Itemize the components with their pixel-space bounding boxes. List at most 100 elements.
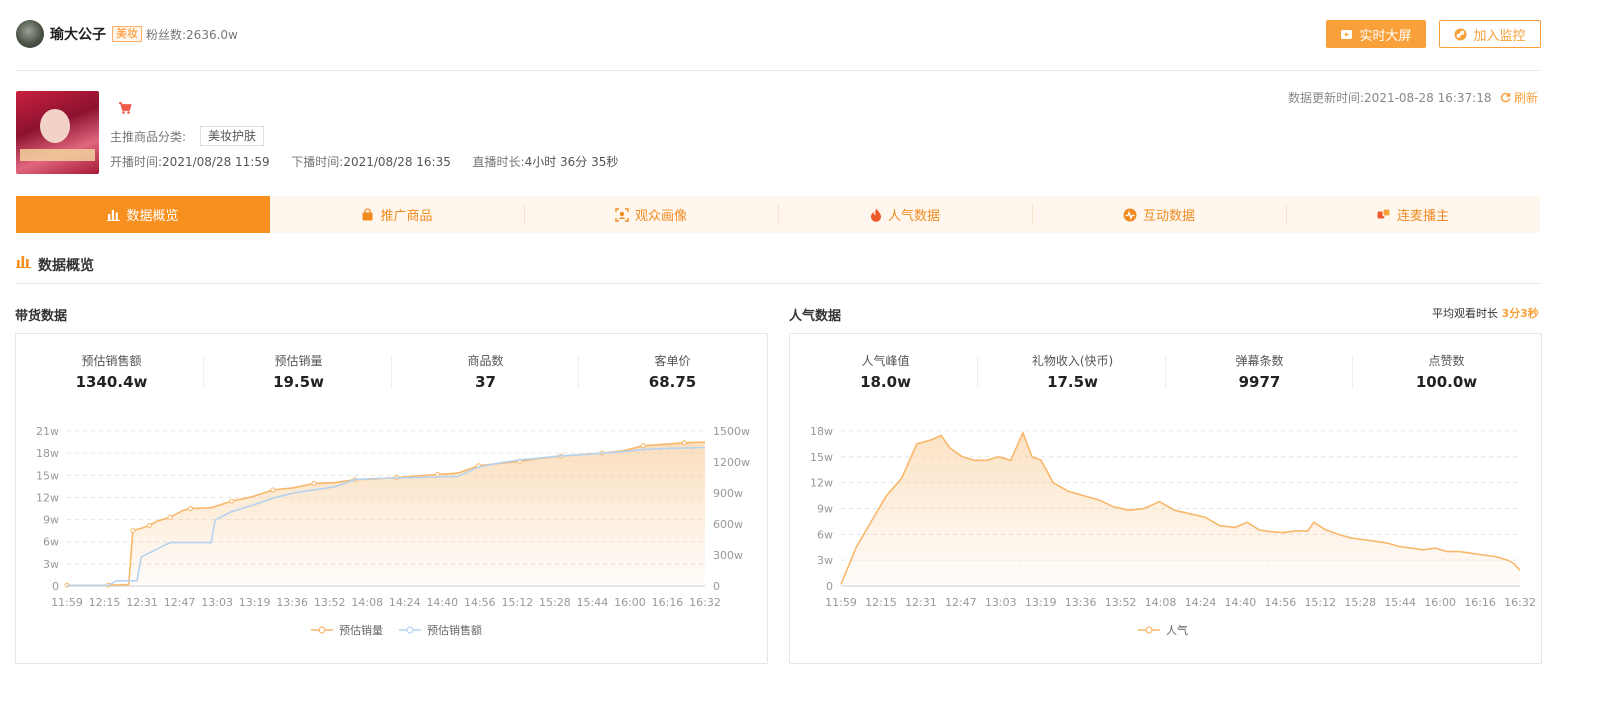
series-area [67, 447, 705, 586]
refresh-label: 刷新 [1514, 91, 1539, 105]
shopping-bag-icon [362, 208, 373, 221]
y2-tick-label: 300w [713, 549, 743, 562]
tab-popularity[interactable]: 人气数据 [778, 196, 1032, 233]
x-tick-label: 13:52 [314, 596, 346, 609]
header-divider [16, 70, 1540, 71]
tab-interaction[interactable]: 互动数据 [1032, 196, 1286, 233]
stream-thumbnail[interactable] [16, 91, 99, 174]
y-tick-label: 18w [36, 447, 59, 460]
x-tick-label: 15:12 [502, 596, 534, 609]
tab-label: 观众画像 [634, 209, 687, 224]
x-tick-label: 14:56 [1265, 596, 1297, 609]
fans-label: 粉丝数: [146, 28, 187, 42]
tab-label: 推广商品 [380, 209, 433, 224]
streamer-name[interactable]: 瑜大公子 [50, 24, 106, 44]
end-time: 2021/08/28 16:35 [343, 155, 451, 169]
stat-label: 礼物收入(快币) [1031, 354, 1114, 368]
category-tag: 美妆护肤 [200, 126, 265, 146]
stat-value: 17.5w [1047, 373, 1098, 391]
stat-value: 68.75 [648, 373, 697, 391]
bar-chart-icon [107, 209, 121, 221]
shopping-cart-icon[interactable] [118, 101, 132, 115]
play-screen-icon [1341, 29, 1353, 39]
x-tick-label: 15:44 [1384, 596, 1416, 609]
y-tick-label: 12w [36, 491, 59, 504]
data-point [130, 528, 136, 534]
tab-co-streamers[interactable]: 连麦播主 [1286, 196, 1540, 233]
link-icon [1454, 28, 1467, 40]
avg-watch-label: 平均观看时长 [1432, 307, 1498, 320]
y-tick-label: 0 [826, 580, 833, 593]
y2-tick-label: 1500w [713, 425, 750, 438]
data-point [229, 498, 235, 504]
live-screen-button[interactable]: 实时大屏 [1326, 20, 1426, 48]
x-tick-label: 13:03 [201, 596, 233, 609]
data-point [311, 480, 317, 486]
stat-divider [203, 356, 204, 388]
stat-value: 100.0w [1415, 373, 1478, 391]
x-tick-label: 12:31 [905, 596, 937, 609]
x-tick-label: 14:24 [1185, 596, 1217, 609]
x-tick-label: 13:19 [1025, 596, 1057, 609]
x-tick-label: 15:28 [1344, 596, 1376, 609]
legend-marker [318, 626, 326, 634]
stat-label: 点赞数 [1428, 354, 1465, 368]
x-tick-label: 13:19 [239, 596, 271, 609]
y-tick-label: 15w [36, 469, 59, 482]
legend-marker [1145, 626, 1153, 634]
y-tick-label: 12w [810, 477, 833, 490]
x-tick-label: 13:03 [985, 596, 1017, 609]
tab-audience[interactable]: 观众画像 [524, 196, 778, 233]
y-tick-label: 0 [52, 580, 59, 593]
stat-value: 37 [475, 373, 496, 391]
pulse-icon [1123, 208, 1137, 221]
data-point [167, 514, 173, 520]
stat-item: 客单价 68.75 [579, 352, 766, 391]
y2-tick-label: 600w [713, 518, 743, 531]
add-monitor-button[interactable]: 加入监控 [1439, 20, 1541, 48]
tab-products[interactable]: 推广商品 [270, 196, 524, 233]
refresh-icon [1500, 92, 1511, 103]
stat-divider [977, 356, 978, 388]
x-tick-label: 12:31 [126, 596, 158, 609]
y-tick-label: 15w [810, 451, 833, 464]
y-tick-label: 21w [36, 425, 59, 438]
data-point [640, 443, 646, 449]
x-tick-label: 12:47 [945, 596, 977, 609]
x-tick-label: 14:08 [1145, 596, 1177, 609]
update-value: 2021-08-28 16:37:18 [1364, 91, 1492, 105]
sales-panel-title: 带货数据 [15, 309, 68, 324]
y2-tick-label: 1200w [713, 456, 750, 469]
sales-chart[interactable]: 0 3w 6w 9w 12w 15w 18w 21w 0 300w 600w 900w 1200w 150… [16, 419, 767, 659]
tab-label: 连麦播主 [1396, 209, 1449, 224]
x-tick-label: 16:16 [652, 596, 684, 609]
y-tick-label: 6w [43, 536, 59, 549]
update-label: 数据更新时间: [1288, 91, 1365, 105]
stream-times: 开播时间:2021/08/28 11:59 下播时间:2021/08/28 16… [110, 153, 618, 170]
popularity-panel-title: 人气数据 [789, 309, 842, 324]
streamer-avatar[interactable] [16, 20, 44, 48]
y-tick-label: 9w [817, 503, 833, 516]
series-area [841, 432, 1520, 586]
x-tick-label: 14:40 [426, 596, 458, 609]
tab-overview[interactable]: 数据概览 [16, 196, 270, 233]
stat-item: 人气峰值 18.0w [792, 352, 979, 391]
x-tick-label: 14:40 [1225, 596, 1257, 609]
refresh-button[interactable]: 刷新 [1500, 89, 1538, 106]
x-tick-label: 15:44 [577, 596, 609, 609]
y-tick-label: 3w [817, 554, 833, 567]
stat-value: 19.5w [273, 373, 324, 391]
popularity-chart[interactable]: 0 3w 6w 9w 12w 15w 18w 11:59 12:15 12:31 12:47 13:0… [790, 419, 1541, 659]
tab-label: 数据概览 [126, 209, 179, 224]
avg-watch-time: 平均观看时长 3分3秒 [1432, 305, 1539, 321]
link-squares-icon [1377, 208, 1391, 218]
start-label: 开播时间: [110, 155, 163, 169]
x-tick-label: 12:15 [865, 596, 897, 609]
stat-label: 商品数 [467, 354, 504, 368]
x-tick-label: 13:36 [1065, 596, 1097, 609]
x-tick-label: 13:52 [1105, 596, 1137, 609]
tab-label: 人气数据 [887, 209, 940, 224]
y-tick-label: 18w [810, 425, 833, 438]
data-point [270, 487, 276, 493]
stat-label: 人气峰值 [861, 354, 910, 368]
